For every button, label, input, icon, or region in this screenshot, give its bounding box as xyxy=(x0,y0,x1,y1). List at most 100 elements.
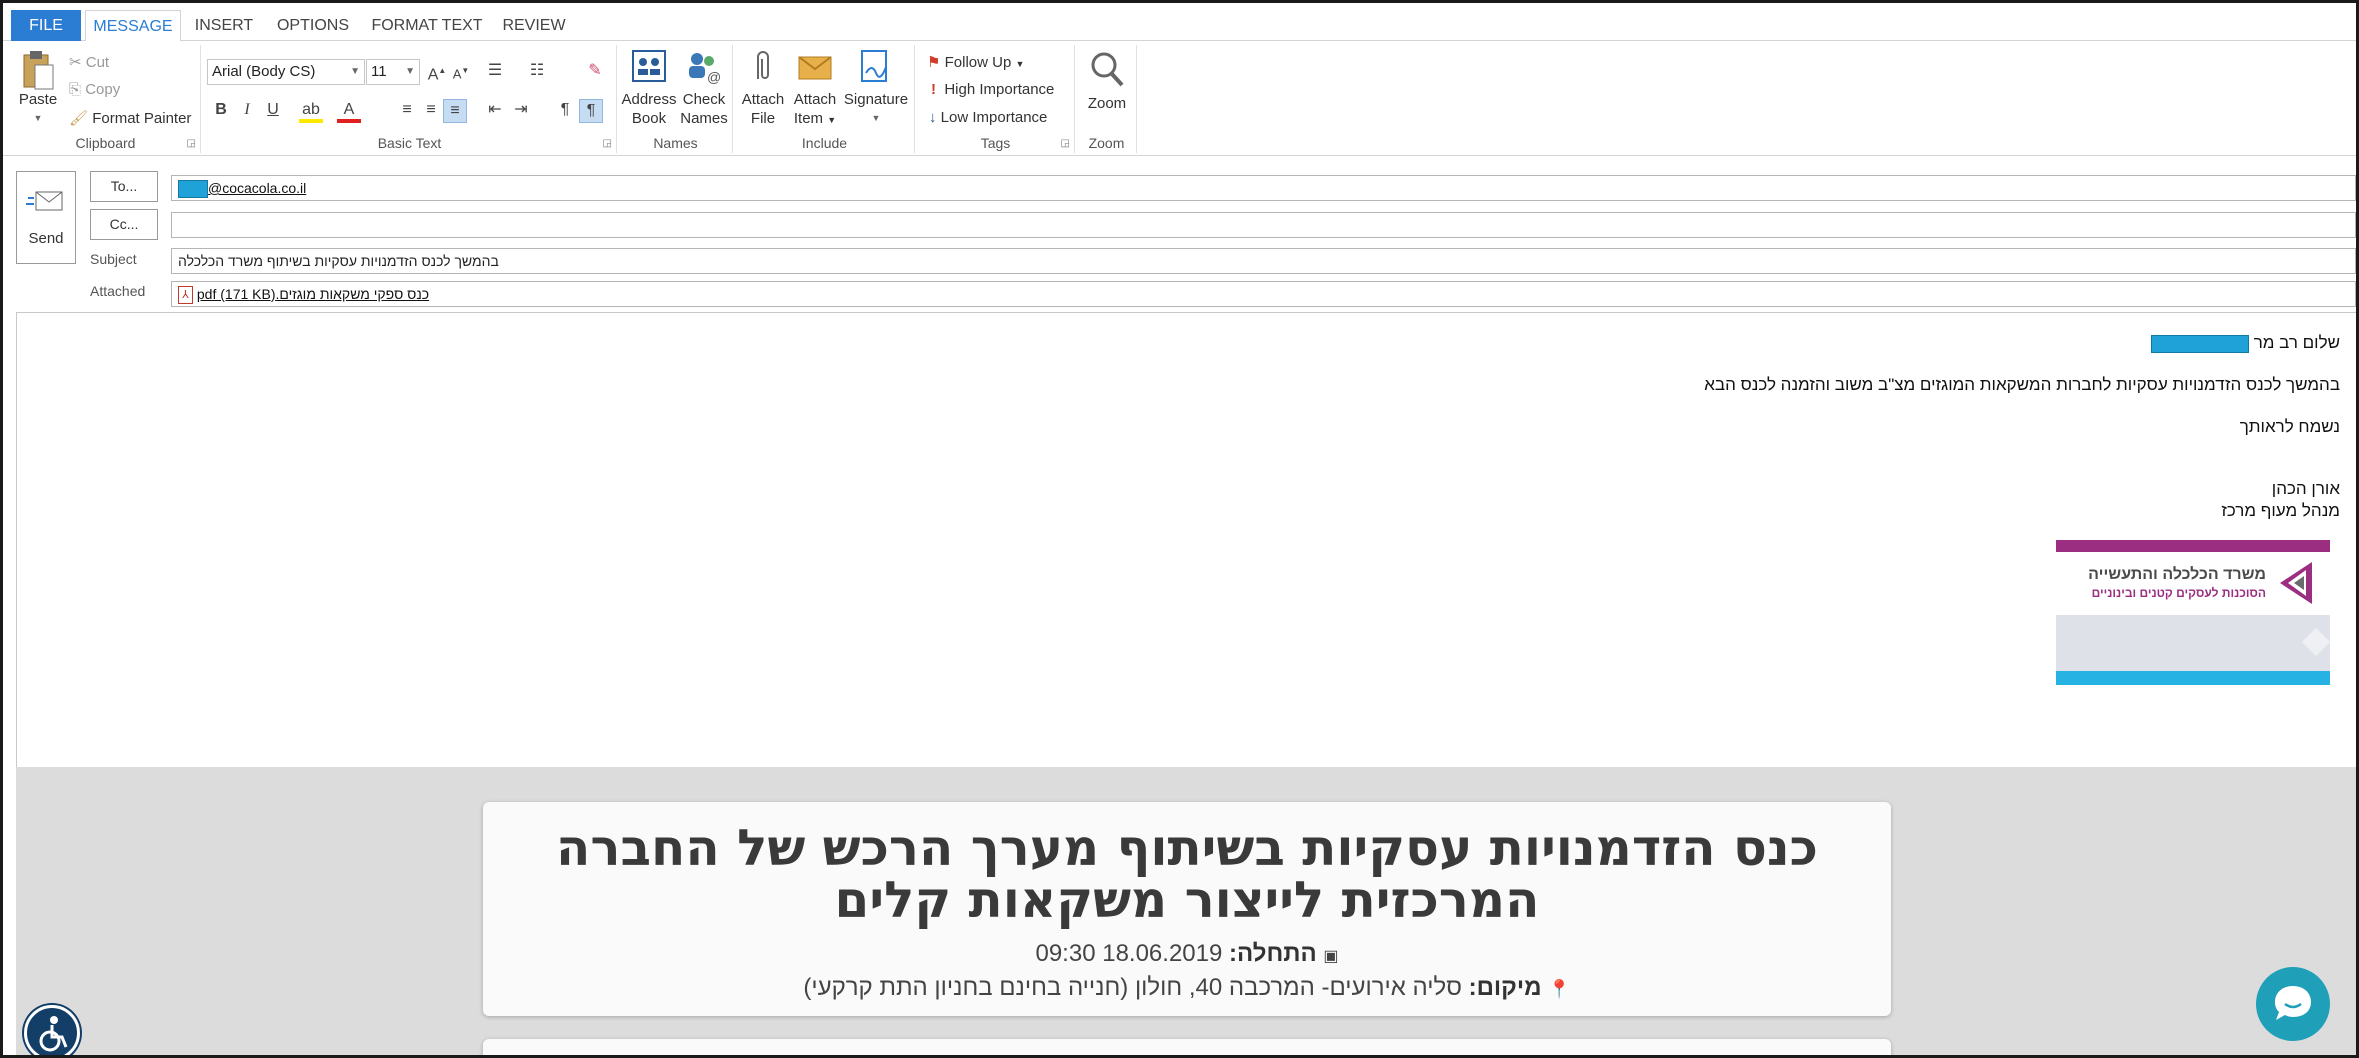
bullets-icon[interactable]: ☰ xyxy=(483,60,507,84)
chevron-down-icon: ▼ xyxy=(871,113,881,123)
signature-label: Signature xyxy=(843,91,909,108)
font-size-select[interactable]: 11 ▼ xyxy=(366,59,420,85)
zoom-label: Zoom xyxy=(1087,95,1127,112)
cut-button[interactable]: ✂ Cut xyxy=(69,53,109,71)
dialog-launcher-icon[interactable]: ◲ xyxy=(187,138,196,149)
event-title: כנס הזדמנויות עסקיות בשיתוף מערך הרכש של… xyxy=(483,822,1891,926)
event-location: 📍 מיקום: סליה אירועים- המרכבה 40, חולון … xyxy=(483,974,1891,1002)
high-importance-label: High Importance xyxy=(944,81,1055,98)
tab-insert[interactable]: INSERT xyxy=(189,10,259,41)
tab-review[interactable]: REVIEW xyxy=(501,10,567,41)
accessibility-button[interactable] xyxy=(24,1005,80,1055)
follow-up-label: Follow Up xyxy=(944,54,1012,71)
svg-text:@: @ xyxy=(707,69,721,85)
align-right-icon[interactable]: ≡ xyxy=(443,99,467,123)
signature-icon xyxy=(861,50,887,82)
low-importance-button[interactable]: ↓ Low Importance xyxy=(929,109,1047,126)
numbering-icon[interactable]: ☷ xyxy=(525,60,549,84)
shrink-font-icon[interactable]: A▼ xyxy=(449,60,473,84)
outlook-compose-window: FILE MESSAGE INSERT OPTIONS FORMAT TEXT … xyxy=(0,0,2359,1058)
follow-up-button[interactable]: ⚑ Follow Up ▼ xyxy=(927,53,1024,71)
cut-label: Cut xyxy=(85,54,110,71)
cc-field[interactable] xyxy=(171,212,2356,238)
cc-button[interactable]: Cc... xyxy=(90,209,158,240)
highlight-icon[interactable]: ab xyxy=(299,99,323,123)
copy-button[interactable]: ⎘ Copy xyxy=(69,81,120,98)
ministry-emblem-icon xyxy=(2280,562,2312,604)
start-value: 18.06.2019 09:30 xyxy=(1035,940,1223,967)
clipboard-group-label: Clipboard xyxy=(75,135,136,151)
paste-button[interactable]: Paste ▼ xyxy=(13,49,63,128)
bold-button[interactable]: B xyxy=(209,99,233,123)
check-names-label-2: Names xyxy=(680,110,728,127)
high-importance-button[interactable]: ! High Importance xyxy=(931,81,1054,98)
zoom-group: Zoom Zoom xyxy=(1077,45,1137,153)
decrease-indent-icon[interactable]: ⇤ xyxy=(483,99,507,123)
chevron-down-icon: ▼ xyxy=(405,66,415,77)
message-body[interactable]: שלום רב מר בהמשך לכנס הזדמנויות עסקיות ל… xyxy=(16,312,2356,767)
redacted-name-mask xyxy=(178,180,208,199)
attach-file-button[interactable]: Attach File xyxy=(737,49,789,128)
check-names-label-1: Check xyxy=(682,91,726,108)
to-button[interactable]: To... xyxy=(90,171,158,202)
names-group: Address Book @ Check Names Names xyxy=(619,45,733,153)
names-group-label: Names xyxy=(653,135,698,151)
underline-button[interactable]: U xyxy=(261,99,285,123)
event-title-line-1: כנס הזדמנויות עסקיות בשיתוף מערך הרכש של… xyxy=(556,819,1818,877)
to-recipient[interactable]: @cocacola.co.il xyxy=(208,180,306,196)
format-painter-label: Format Painter xyxy=(92,110,192,127)
attach-item-label-2: Item ▼ xyxy=(793,110,837,127)
check-names-button[interactable]: @ Check Names xyxy=(677,49,731,128)
signature-title: מנהל מעוף מרכז xyxy=(2221,501,2340,520)
grow-font-icon[interactable]: A▲ xyxy=(425,60,449,84)
tab-message[interactable]: MESSAGE xyxy=(85,10,181,42)
copy-icon: ⎘ xyxy=(69,81,82,98)
subject-field[interactable]: בהמשך לכנס הזדמנויות עסקיות בשיתוף משרד … xyxy=(171,248,2356,274)
redacted-name-mask xyxy=(2150,334,2249,353)
paperclip-icon xyxy=(757,51,769,79)
accessibility-icon xyxy=(39,1016,68,1052)
location-pin-icon: 📍 xyxy=(1548,979,1571,999)
chevron-down-icon: ▼ xyxy=(350,66,360,77)
align-center-icon[interactable]: ≡ xyxy=(419,99,443,123)
font-color-icon[interactable]: A xyxy=(337,99,361,123)
font-name-select[interactable]: Arial (Body CS) ▼ xyxy=(207,59,365,85)
pdf-icon: ⅄ xyxy=(178,286,193,305)
ltr-icon[interactable]: ¶ xyxy=(553,99,577,123)
copy-label: Copy xyxy=(85,81,121,98)
tab-format-text[interactable]: FORMAT TEXT xyxy=(371,10,483,41)
envelope-icon xyxy=(798,56,832,80)
zoom-button[interactable]: Zoom xyxy=(1081,49,1133,113)
chevron-down-icon: ▼ xyxy=(33,113,43,123)
start-label: התחלה: xyxy=(1229,940,1317,967)
chevron-down-icon: ▼ xyxy=(1015,59,1025,69)
body-line-2: נשמח לראותך xyxy=(2239,417,2340,436)
tags-group-label: Tags xyxy=(980,135,1011,151)
tab-options[interactable]: OPTIONS xyxy=(273,10,353,41)
align-left-icon[interactable]: ≡ xyxy=(395,99,419,123)
address-book-button[interactable]: Address Book xyxy=(621,49,677,128)
dialog-launcher-icon[interactable]: ◲ xyxy=(603,138,612,149)
chat-bubble-icon xyxy=(2275,986,2311,1020)
chat-button[interactable] xyxy=(2256,967,2330,1041)
rtl-icon[interactable]: ¶ xyxy=(579,99,603,123)
signature-button[interactable]: Signature ▼ xyxy=(841,49,911,128)
increase-indent-icon[interactable]: ⇥ xyxy=(509,99,533,123)
tab-file[interactable]: FILE xyxy=(11,10,81,41)
include-group: Attach File Attach Item ▼ Signature ▼ In… xyxy=(735,45,915,153)
logo-line-1: משרד הכלכלה והתעשייה xyxy=(2088,566,2266,583)
attach-file-label-2: File xyxy=(750,110,776,127)
format-painter-button[interactable]: 🖌 Format Painter xyxy=(69,109,191,127)
send-button[interactable]: Send xyxy=(16,171,76,264)
attach-item-button[interactable]: Attach Item ▼ xyxy=(789,49,841,130)
to-field[interactable]: @cocacola.co.il xyxy=(171,175,2356,201)
scissors-icon: ✂ xyxy=(69,54,82,71)
clipboard-group: Paste ▼ ✂ Cut ⎘ Copy 🖌 Format Painter Cl… xyxy=(11,45,201,153)
italic-button[interactable]: I xyxy=(235,99,259,123)
attachment-file[interactable]: כנס ספקי משקאות מוגזים.pdf (171 KB) xyxy=(197,286,429,302)
calendar-icon: ▣ xyxy=(1323,948,1339,965)
clear-formatting-icon[interactable]: ✎ xyxy=(583,60,607,84)
dialog-launcher-icon[interactable]: ◲ xyxy=(1061,138,1070,149)
attach-file-label-1: Attach xyxy=(741,91,785,108)
arrow-down-icon: ↓ xyxy=(929,109,937,126)
